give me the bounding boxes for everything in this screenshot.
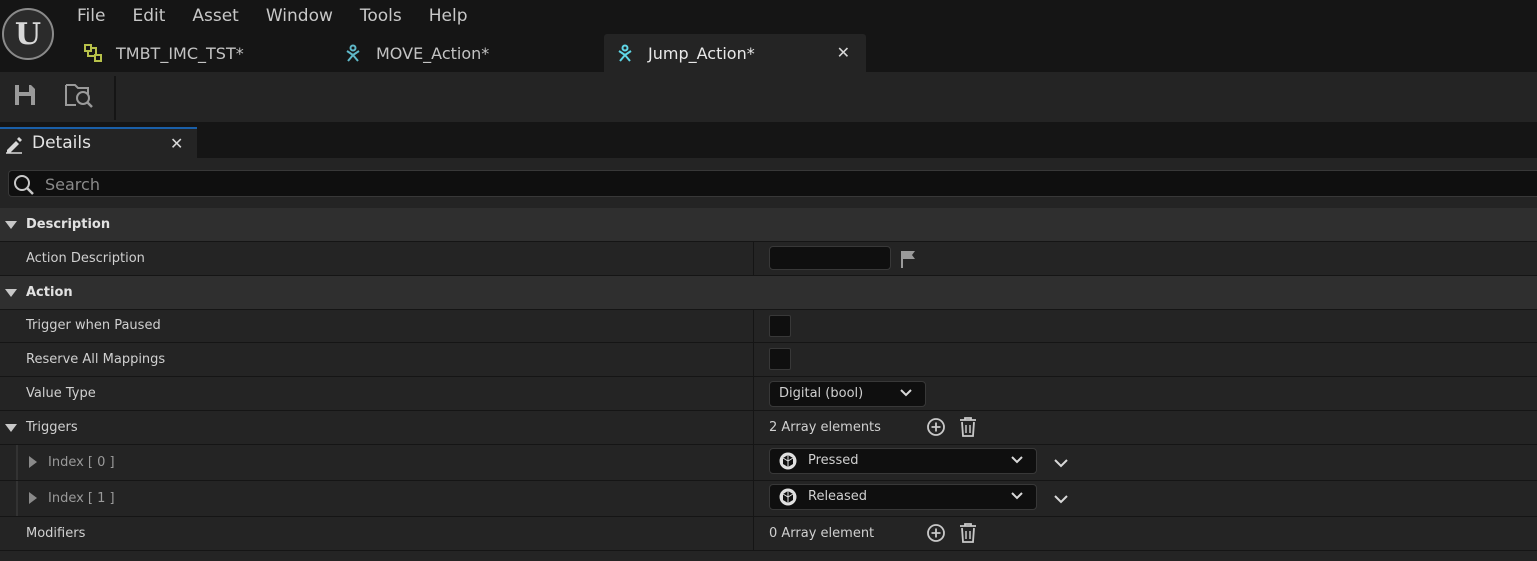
collapse-arrow-icon[interactable] — [5, 289, 17, 297]
menu-tools[interactable]: Tools — [359, 4, 416, 30]
delete-all-button[interactable] — [958, 522, 978, 548]
close-icon[interactable]: ✕ — [170, 134, 183, 153]
browse-asset-icon — [64, 81, 94, 113]
dropdown-value: Released — [808, 489, 868, 504]
column-divider[interactable] — [753, 343, 754, 376]
menu-help[interactable]: Help — [428, 4, 482, 30]
divider — [0, 122, 1537, 128]
browse-button[interactable] — [64, 82, 94, 112]
dropdown-value: Digital (bool) — [779, 386, 864, 401]
class-icon — [779, 452, 797, 474]
reserve-all-mappings-checkbox[interactable] — [769, 348, 791, 370]
column-divider[interactable] — [753, 310, 754, 342]
category-label: Description — [26, 217, 111, 232]
property-triggers: Triggers 2 Array elements — [0, 411, 1537, 445]
property-action-description: Action Description — [0, 242, 1537, 276]
array-count: 0 Array element — [769, 526, 875, 541]
input-action-icon — [614, 42, 636, 64]
property-value-type: Value Type Digital (bool) — [0, 377, 1537, 411]
property-label: Reserve All Mappings — [26, 352, 166, 367]
localization-flag-icon[interactable] — [900, 249, 918, 273]
input-action-icon — [342, 42, 364, 64]
property-label: Triggers — [26, 420, 78, 435]
property-reserve-all-mappings: Reserve All Mappings — [0, 343, 1537, 377]
category-action[interactable]: Action — [0, 276, 1537, 310]
category-description[interactable]: Description — [0, 208, 1537, 242]
chevron-down-icon — [1010, 489, 1024, 507]
toolbar-separator — [114, 76, 116, 120]
close-icon[interactable]: ✕ — [837, 43, 850, 62]
pencil-icon — [4, 135, 24, 159]
search-box — [8, 170, 1537, 197]
trigger-when-paused-checkbox[interactable] — [769, 315, 791, 337]
trigger-class-dropdown[interactable]: Pressed — [769, 448, 1037, 474]
chevron-down-icon — [899, 386, 913, 404]
save-button[interactable] — [10, 82, 40, 112]
tab-details[interactable]: Details ✕ — [0, 127, 197, 158]
collapse-arrow-icon[interactable] — [5, 221, 17, 229]
chevron-down-icon[interactable] — [1053, 455, 1069, 474]
input-mapping-context-icon — [82, 42, 104, 64]
tab-move-action[interactable]: MOVE_Action* — [336, 34, 604, 72]
document-tabs: TMBT_IMC_TST* MOVE_Action* Jump_Action* … — [72, 34, 866, 72]
expand-arrow-icon[interactable] — [29, 492, 37, 504]
property-trigger-when-paused: Trigger when Paused — [0, 310, 1537, 343]
menu-edit[interactable]: Edit — [131, 4, 179, 30]
column-divider[interactable] — [753, 411, 754, 444]
title-bar: U File Edit Asset Window Tools Help TMBT… — [0, 0, 1537, 72]
column-divider[interactable] — [753, 481, 754, 516]
property-label: Index [ 0 ] — [48, 455, 115, 470]
property-label: Modifiers — [26, 526, 86, 541]
chevron-down-icon[interactable] — [1053, 491, 1069, 510]
menu-bar: File Edit Asset Window Tools Help — [76, 4, 494, 30]
save-icon — [12, 82, 38, 112]
trigger-index-0: Index [ 0 ] Pressed — [0, 445, 1537, 481]
column-divider[interactable] — [753, 445, 754, 480]
collapse-arrow-icon[interactable] — [5, 424, 17, 432]
tab-label: Jump_Action* — [648, 43, 755, 63]
tab-jump-action[interactable]: Jump_Action* ✕ — [604, 34, 866, 72]
class-icon — [779, 488, 797, 510]
property-modifiers: Modifiers 0 Array element — [0, 517, 1537, 551]
menu-file[interactable]: File — [76, 4, 119, 30]
menu-window[interactable]: Window — [265, 4, 347, 30]
tab-label: MOVE_Action* — [376, 43, 490, 63]
property-label: Value Type — [26, 386, 96, 401]
indent-guide — [16, 445, 18, 480]
property-label: Index [ 1 ] — [48, 491, 115, 506]
array-count: 2 Array elements — [769, 420, 881, 435]
column-divider[interactable] — [753, 242, 754, 275]
value-type-dropdown[interactable]: Digital (bool) — [769, 381, 926, 407]
tab-tmbt-imc-tst[interactable]: TMBT_IMC_TST* — [72, 34, 336, 72]
search-icon — [13, 174, 35, 200]
add-element-button[interactable] — [926, 523, 946, 547]
chevron-down-icon — [1010, 453, 1024, 471]
toolbar — [0, 72, 1537, 122]
dropdown-value: Pressed — [808, 453, 859, 468]
tab-label: TMBT_IMC_TST* — [116, 43, 244, 63]
menu-asset[interactable]: Asset — [191, 4, 252, 30]
delete-all-button[interactable] — [958, 416, 978, 442]
tab-label: Details — [32, 133, 91, 153]
expand-arrow-icon[interactable] — [29, 456, 37, 468]
column-divider[interactable] — [753, 517, 754, 550]
trigger-class-dropdown[interactable]: Released — [769, 484, 1037, 510]
action-description-field[interactable] — [769, 246, 891, 270]
property-label: Action Description — [26, 251, 145, 266]
category-label: Action — [26, 285, 73, 300]
property-label: Trigger when Paused — [26, 318, 161, 333]
indent-guide — [16, 481, 18, 516]
search-input[interactable] — [43, 173, 1447, 196]
trigger-index-1: Index [ 1 ] Released — [0, 481, 1537, 517]
column-divider[interactable] — [753, 377, 754, 410]
unreal-logo[interactable]: U — [2, 8, 54, 60]
add-element-button[interactable] — [926, 417, 946, 441]
